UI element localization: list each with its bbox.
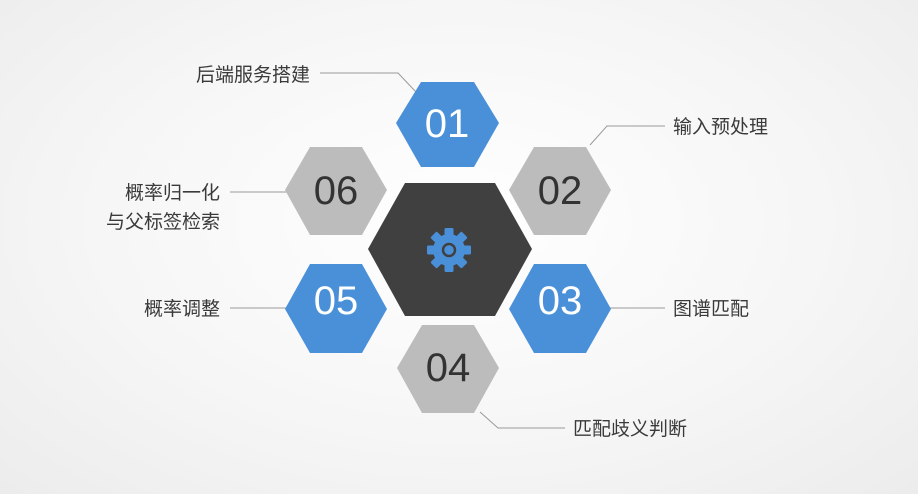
connector-01 xyxy=(320,72,417,93)
step-01-number: 01 xyxy=(425,102,470,146)
step-01: 01 xyxy=(396,82,499,167)
step-03-label: 图谱匹配 xyxy=(673,298,749,320)
connector-02 xyxy=(589,125,665,146)
gear-icon xyxy=(427,228,471,272)
step-06: 06 xyxy=(285,147,387,235)
step-04-label: 匹配歧义判断 xyxy=(573,418,687,440)
step-06-number: 06 xyxy=(314,169,359,213)
step-02: 02 xyxy=(509,147,611,235)
step-04-number: 04 xyxy=(426,346,471,390)
step-01-label: 后端服务搭建 xyxy=(196,64,310,86)
step-06-label-line1: 概率归一化 xyxy=(125,182,220,204)
step-06-label-line2: 与父标签检索 xyxy=(106,211,220,233)
step-05-number: 05 xyxy=(314,279,359,323)
process-diagram: 01 02 03 04 05 06 后端服务搭建 输入预处理 图谱匹配 匹配歧义… xyxy=(106,64,768,440)
step-05-label: 概率调整 xyxy=(144,298,220,320)
step-03: 03 xyxy=(509,264,611,353)
step-02-label: 输入预处理 xyxy=(673,116,768,138)
connector-04 xyxy=(479,411,565,429)
step-04: 04 xyxy=(397,325,499,413)
step-03-number: 03 xyxy=(538,279,583,323)
step-05: 05 xyxy=(285,264,387,353)
step-02-number: 02 xyxy=(538,169,583,213)
